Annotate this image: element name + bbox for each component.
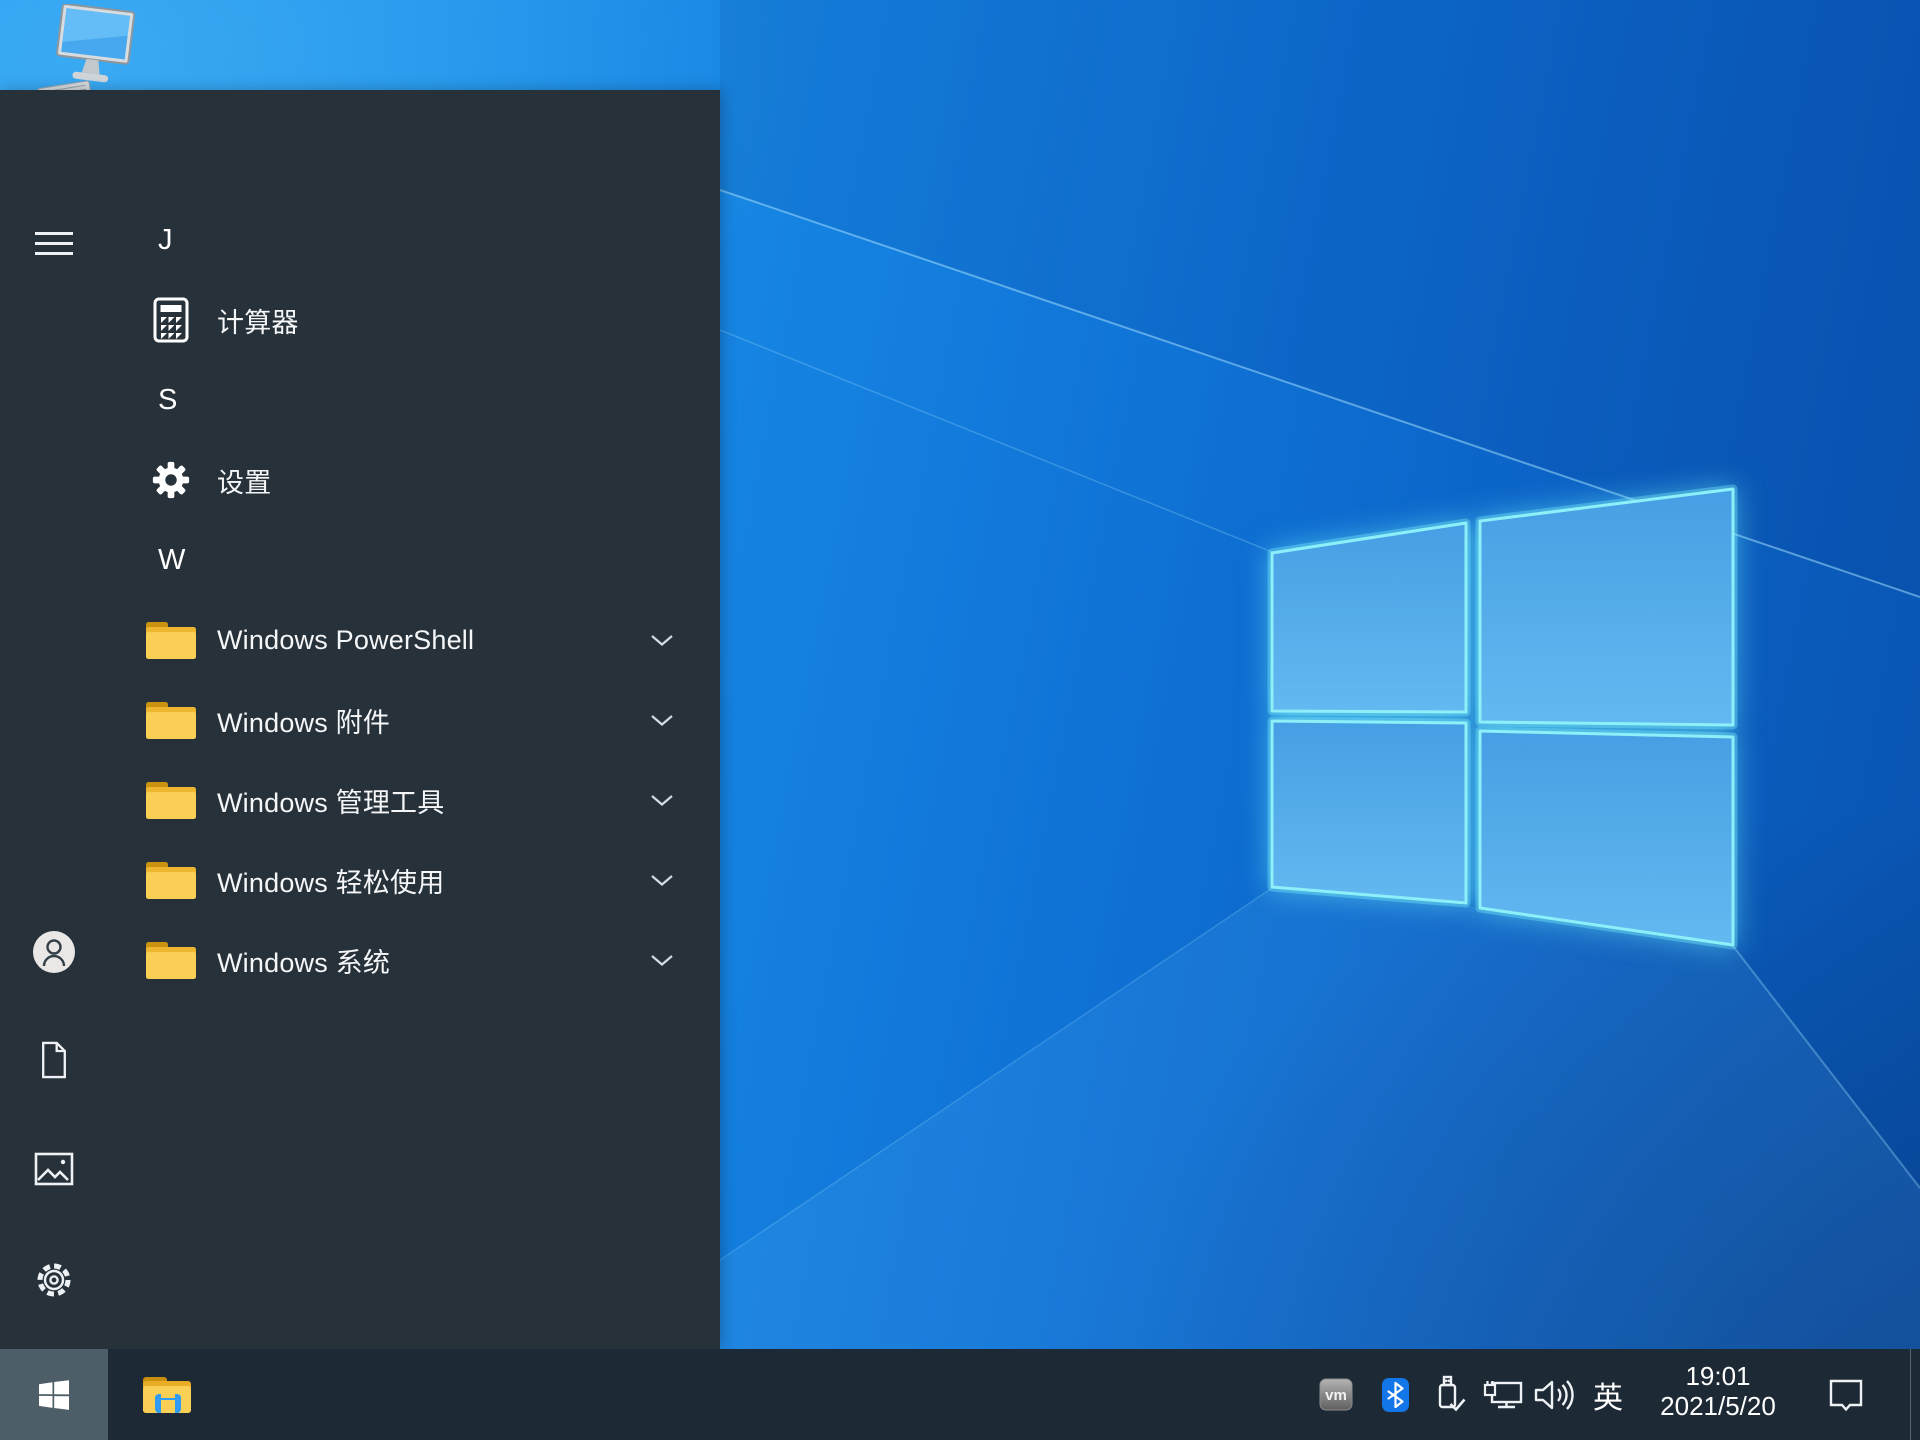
folder-label: Windows 系统 xyxy=(217,947,391,978)
user-account-button[interactable] xyxy=(0,924,108,980)
vmware-tools-tray-icon[interactable]: vm xyxy=(1316,1349,1356,1440)
start-menu-folder-ease-of-access[interactable]: Windows 轻松使用 xyxy=(0,840,720,920)
taskbar: vm 英 19:01 2021/5/20 xyxy=(0,1349,1920,1440)
group-header-J[interactable]: J xyxy=(0,200,720,280)
start-menu-item-settings[interactable]: 设置 xyxy=(0,440,720,520)
folder-label: Windows 管理工具 xyxy=(217,787,445,818)
folder-icon xyxy=(145,600,197,680)
settings-button[interactable] xyxy=(0,1252,108,1308)
chevron-down-icon[interactable] xyxy=(650,954,674,972)
gear-icon xyxy=(37,1263,71,1297)
group-header-W[interactable]: W xyxy=(0,520,720,600)
pictures-icon xyxy=(34,1152,74,1186)
taskbar-clock[interactable]: 19:01 2021/5/20 xyxy=(1648,1349,1788,1440)
clock-date: 2021/5/20 xyxy=(1660,1391,1776,1421)
ime-language-indicator[interactable]: 英 xyxy=(1588,1349,1628,1440)
file-explorer-icon xyxy=(143,1376,191,1413)
app-label: 设置 xyxy=(217,467,272,498)
pictures-button[interactable] xyxy=(0,1141,108,1197)
documents-button[interactable] xyxy=(0,1032,108,1088)
gear-icon xyxy=(145,440,197,520)
action-center-icon xyxy=(1829,1379,1863,1411)
start-menu: J 计算器 S 设置 W Windows PowerShell Windows … xyxy=(0,90,720,1401)
action-center-button[interactable] xyxy=(1822,1349,1870,1440)
vm-badge-text: vm xyxy=(1325,1387,1347,1404)
start-menu-folder-windows-system[interactable]: Windows 系统 xyxy=(0,920,720,1000)
start-menu-folder-admin-tools[interactable]: Windows 管理工具 xyxy=(0,760,720,840)
start-menu-folder-accessories[interactable]: Windows 附件 xyxy=(0,680,720,760)
show-desktop-button[interactable] xyxy=(1910,1349,1920,1440)
computer-icon xyxy=(37,2,136,104)
group-header-S[interactable]: S xyxy=(0,360,720,440)
chevron-down-icon[interactable] xyxy=(650,714,674,732)
this-pc-desktop-icon[interactable] xyxy=(34,2,144,104)
app-label: 计算器 xyxy=(217,307,299,338)
chevron-down-icon[interactable] xyxy=(650,794,674,812)
network-tray-icon[interactable] xyxy=(1480,1349,1526,1440)
folder-icon xyxy=(145,760,197,840)
bluetooth-tray-icon[interactable] xyxy=(1379,1349,1412,1440)
volume-tray-icon[interactable] xyxy=(1531,1349,1577,1440)
windows-logo-wallpaper xyxy=(1267,484,1738,950)
folder-icon xyxy=(145,920,197,1000)
file-explorer-button[interactable] xyxy=(136,1349,198,1440)
windows-desktop-screen: J 计算器 S 设置 W Windows PowerShell Windows … xyxy=(0,0,1920,1440)
folder-label: Windows PowerShell xyxy=(217,624,475,655)
usb-device-tray-icon[interactable] xyxy=(1428,1349,1470,1440)
folder-icon xyxy=(145,680,197,760)
windows-logo-icon xyxy=(39,1379,69,1410)
group-letter: S xyxy=(158,383,178,416)
group-letter: J xyxy=(158,223,173,256)
user-avatar xyxy=(33,931,75,973)
chevron-down-icon[interactable] xyxy=(650,634,674,652)
chevron-down-icon[interactable] xyxy=(650,874,674,892)
start-menu-folder-powershell[interactable]: Windows PowerShell xyxy=(0,600,720,680)
ime-label: 英 xyxy=(1593,1381,1623,1415)
folder-label: Windows 附件 xyxy=(217,707,391,738)
calculator-icon xyxy=(145,280,197,360)
start-button[interactable] xyxy=(0,1349,108,1440)
start-menu-item-calculator[interactable]: 计算器 xyxy=(0,280,720,360)
clock-time: 19:01 xyxy=(1685,1361,1751,1391)
group-letter: W xyxy=(158,543,186,576)
folder-icon xyxy=(145,840,197,920)
folder-label: Windows 轻松使用 xyxy=(217,867,445,898)
document-icon xyxy=(42,1041,66,1079)
